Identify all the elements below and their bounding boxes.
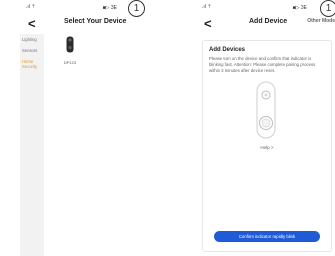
sidebar-item-sensors[interactable]: Sensors: [20, 45, 44, 56]
doorbell-icon: [66, 36, 74, 53]
status-bar: .ıl ⇡ ■▷ 3E: [202, 4, 331, 12]
status-bar: .ıl ⇡ ■▷ 3E: [26, 4, 141, 12]
add-device-screen: .ıl ⇡ ■▷ 3E 1 < Add Device Other Mode Ad…: [196, 0, 335, 256]
sidebar-item-lighting[interactable]: Lighting: [20, 34, 44, 45]
page-title: Select Your Device: [64, 18, 127, 25]
battery-icon: ■▷ 3E: [102, 5, 117, 11]
select-device-screen: .ıl ⇡ ■▷ 3E 1 < Select Your Device Light…: [20, 0, 145, 256]
device-label: DP123: [63, 60, 77, 65]
page-title: Add Device: [249, 18, 288, 25]
confirm-blink-button[interactable]: Confirm indicator rapidly blink: [214, 231, 320, 242]
card-title: Add Devices: [209, 47, 246, 53]
card-instructions: Please turn on the device and confirm th…: [209, 56, 316, 74]
step-marker: 1: [320, 0, 335, 17]
back-button[interactable]: <: [28, 16, 36, 31]
signal-icon: .ıl ⇡: [202, 4, 212, 10]
device-tile[interactable]: DP123: [58, 36, 82, 65]
battery-icon: ■▷ 3E: [292, 5, 307, 11]
help-link[interactable]: Help >: [203, 145, 331, 150]
add-devices-card: Add Devices Please turn on the device an…: [202, 40, 332, 252]
signal-icon: .ıl ⇡: [26, 4, 36, 10]
doorbell-illustration: [256, 81, 276, 139]
category-sidebar: Lighting Sensors Home Security: [20, 34, 44, 256]
back-button[interactable]: <: [204, 16, 212, 31]
sidebar-item-home-security[interactable]: Home Security: [20, 56, 44, 72]
step-marker: 1: [128, 0, 145, 17]
other-mode-button[interactable]: Other Mode: [307, 18, 335, 24]
